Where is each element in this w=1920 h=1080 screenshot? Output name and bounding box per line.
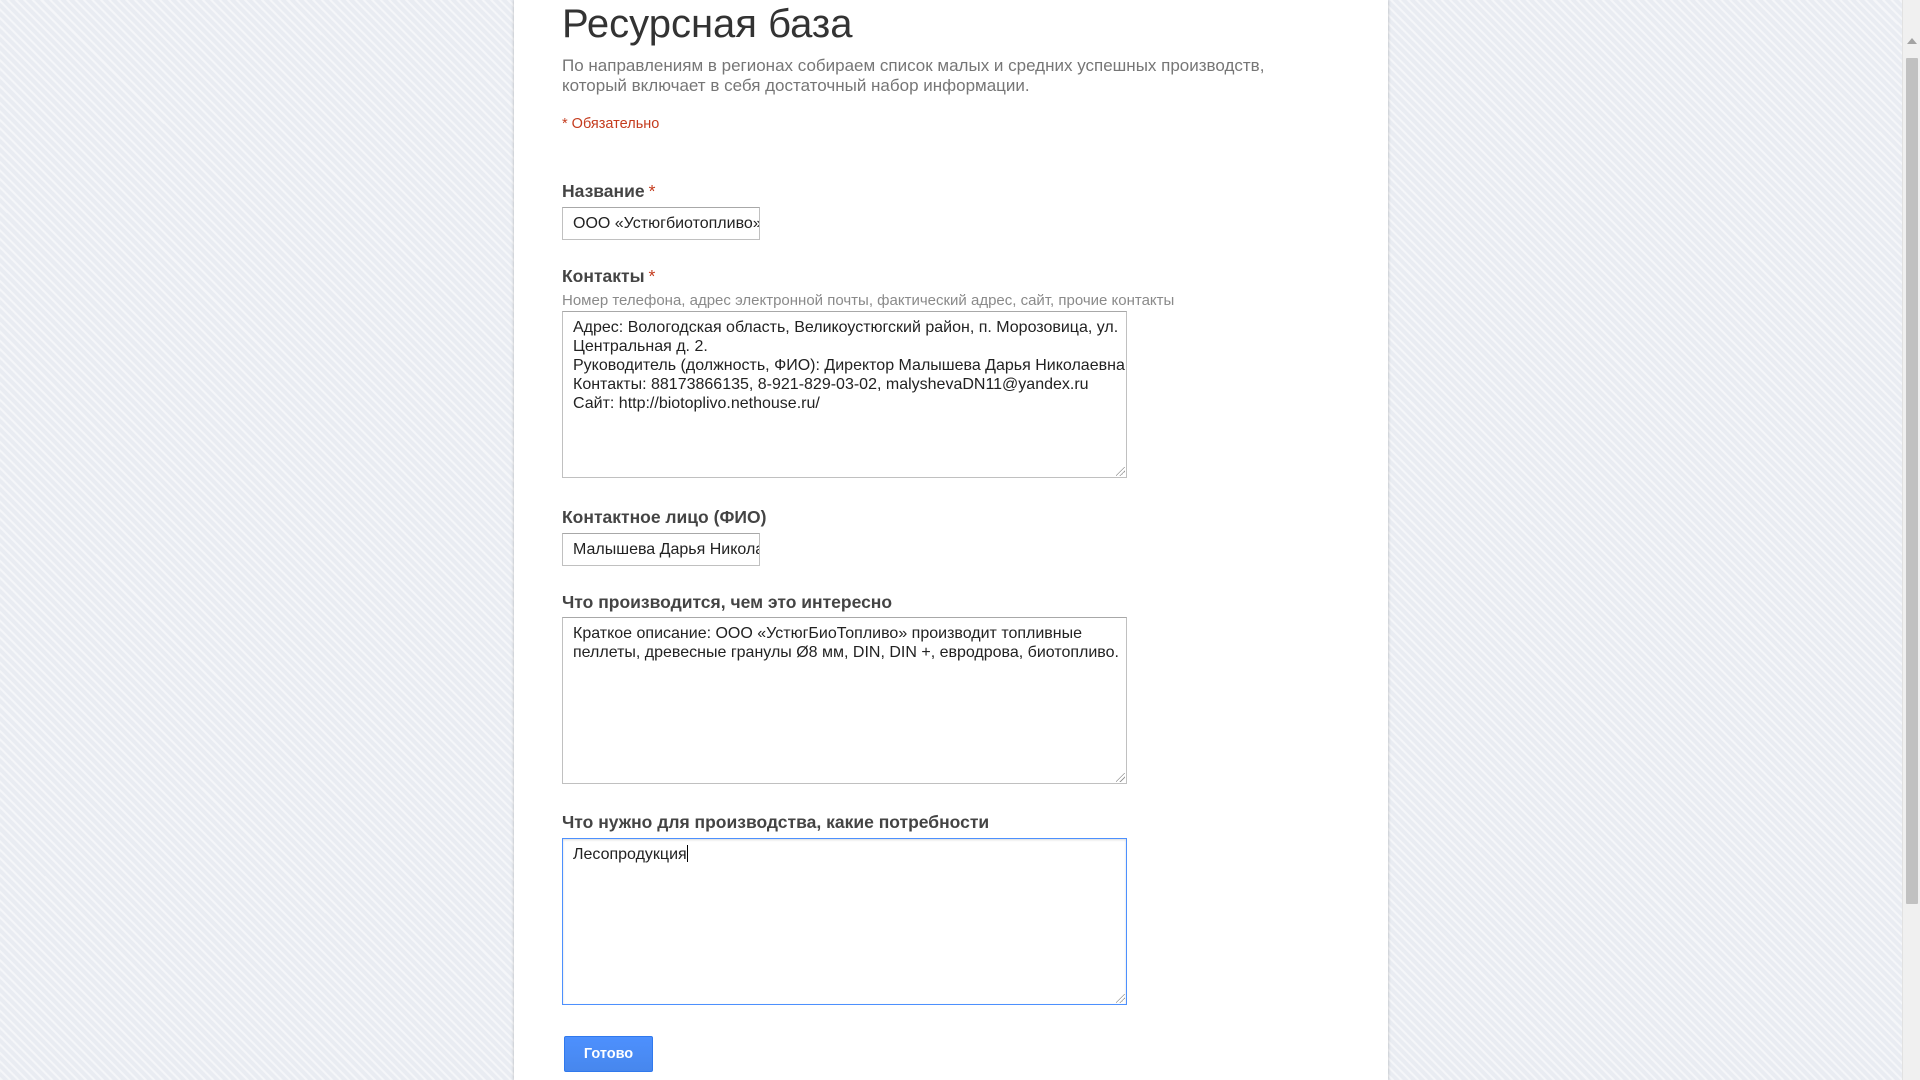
form-description-line: который включает в себя достаточный набо… [562, 76, 1030, 95]
text-caret [686, 845, 688, 862]
contacts-label-text: Контакты [562, 266, 645, 286]
submit-button[interactable]: Готово [564, 1036, 653, 1072]
required-note: * Обязательно [562, 116, 660, 132]
form-description-line: По направлениям в регионах собираем спис… [562, 56, 1265, 75]
textarea-line: Центральная д. 2. [573, 338, 708, 355]
textarea-line: Контакты: 88173866135, 8-921-829-03-02, … [573, 376, 1089, 393]
form-title: Ресурсная база [562, 2, 853, 46]
textarea-line: Адрес: Вологодская область, Великоустюгс… [573, 319, 1119, 336]
product-label: Что производится, чем это интересно [562, 592, 893, 612]
form-card: Ресурсная база По направлениям в региона… [514, 0, 1388, 1080]
name-input[interactable]: ООО «Устюгбиотопливо» [562, 207, 760, 240]
needs-text: Лесопродукция [573, 846, 687, 863]
needs-label: Что нужно для производства, какие потреб… [562, 812, 990, 832]
required-star: * [648, 266, 656, 286]
contact-person-input[interactable]: Малышева Дарья Николаевна [562, 533, 760, 566]
scrollbar-thumb[interactable] [1906, 58, 1918, 904]
resize-grip-icon[interactable] [1116, 773, 1125, 782]
name-label-text: Название [562, 181, 645, 201]
needs-textarea[interactable]: Лесопродукция [562, 838, 1127, 1005]
contacts-label: Контакты * [562, 266, 655, 287]
resize-grip-icon[interactable] [1116, 994, 1125, 1003]
textarea-line: пеллеты, древесные гранулы Ø8 мм, DIN, D… [573, 644, 1119, 661]
product-textarea[interactable]: Краткое описание: ООО «УстюгБиоТопливо» … [562, 617, 1127, 784]
required-star: * [648, 181, 656, 201]
textarea-line: Руководитель (должность, ФИО): Директор … [573, 357, 1125, 374]
contacts-help-text: Номер телефона, адрес электронной почты,… [562, 292, 1175, 309]
page-scrollbar[interactable] [1902, 0, 1920, 1080]
textarea-line: Краткое описание: ООО «УстюгБиоТопливо» … [573, 625, 1083, 642]
scroll-up-arrow-icon[interactable] [1907, 38, 1917, 44]
contact-person-label: Контактное лицо (ФИО) [562, 507, 767, 527]
form-description: По направлениям в регионах собираем спис… [562, 56, 1342, 96]
name-label: Название * [562, 181, 655, 202]
contacts-textarea[interactable]: Адрес: Вологодская область, Великоустюгс… [562, 311, 1127, 478]
textarea-line: Сайт: http://biotoplivo.nethouse.ru/ [573, 395, 820, 412]
resize-grip-icon[interactable] [1116, 467, 1125, 476]
textarea-line: Лесопродукция [573, 845, 1116, 864]
